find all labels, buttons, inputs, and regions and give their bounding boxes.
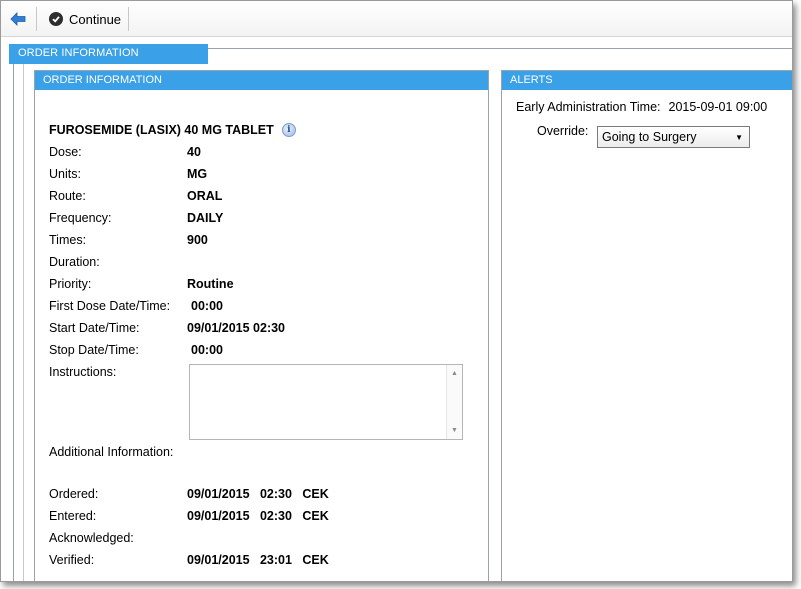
- field-label: Start Date/Time:: [49, 321, 140, 335]
- order-window: Continue ORDER INFORMATION ORDER INFORMA…: [0, 0, 793, 582]
- field-label: First Dose Date/Time:: [49, 299, 171, 313]
- override-select[interactable]: Going to Surgery ▼: [597, 126, 750, 148]
- info-icon[interactable]: i: [281, 123, 296, 137]
- override-label: Override:: [537, 124, 589, 138]
- order-panel-header: ORDER INFORMATION: [35, 71, 488, 90]
- drug-title: FUROSEMIDE (LASIX) 40 MG TABLET: [49, 123, 274, 137]
- instructions-scrollbar[interactable]: ▲ ▼: [446, 365, 462, 439]
- field-value: 900: [187, 233, 208, 247]
- alerts-panel-header: ALERTS: [502, 71, 792, 90]
- toolbar-separator: [36, 7, 37, 31]
- alerts-panel: ALERTS Early Administration Time: 2015-09…: [501, 70, 792, 581]
- back-arrow-icon: [10, 12, 26, 26]
- field-value: MG: [187, 167, 208, 181]
- field-label: Priority:: [49, 277, 92, 291]
- frame-line: [13, 64, 14, 581]
- scroll-down-icon[interactable]: ▼: [451, 427, 458, 434]
- back-button[interactable]: [6, 7, 30, 31]
- field-value: 09/01/2015 02:30: [187, 321, 286, 335]
- tab-divider: [208, 48, 792, 49]
- order-information-panel: ORDER INFORMATION FUROSEMIDE (LASIX) 40 …: [34, 70, 489, 581]
- check-circle-icon: [49, 12, 63, 26]
- additional-info-label: Additional Information:: [49, 445, 174, 459]
- field-value: 00:00: [191, 299, 223, 313]
- instructions-textarea[interactable]: ▲ ▼: [189, 364, 463, 440]
- frame-line: [23, 64, 24, 581]
- field-value: Routine: [187, 277, 234, 291]
- alert-label: Early Administration Time:: [516, 100, 661, 114]
- field-label: Frequency:: [49, 211, 112, 225]
- field-value: 00:00: [191, 343, 223, 357]
- field-value: 40: [187, 145, 201, 159]
- override-selected-value: Going to Surgery: [602, 130, 697, 144]
- audit-label: Verified:: [49, 553, 95, 567]
- audit-value: 09/01/2015 23:01 CEK: [187, 553, 329, 567]
- toolbar-separator: [128, 7, 129, 31]
- drug-title-line: FUROSEMIDE (LASIX) 40 MG TABLET i: [49, 123, 296, 137]
- audit-value: 09/01/2015 02:30 CEK: [187, 487, 329, 501]
- audit-label: Acknowledged:: [49, 531, 134, 545]
- scroll-up-icon[interactable]: ▲: [451, 370, 458, 377]
- tab-order-information[interactable]: ORDER INFORMATION: [9, 44, 208, 64]
- field-value: DAILY: [187, 211, 224, 225]
- continue-button[interactable]: Continue: [45, 7, 125, 31]
- field-label: Stop Date/Time:: [49, 343, 139, 357]
- field-value: ORAL: [187, 189, 223, 203]
- audit-label: Entered:: [49, 509, 97, 523]
- chevron-down-icon: ▼: [735, 133, 743, 142]
- field-label: Dose:: [49, 145, 82, 159]
- field-label: Units:: [49, 167, 81, 181]
- continue-label: Continue: [69, 11, 122, 27]
- field-label: Duration:: [49, 255, 100, 269]
- alert-value: 2015-09-01 09:00: [668, 100, 768, 114]
- instructions-label: Instructions:: [49, 365, 117, 379]
- toolbar: Continue: [1, 1, 792, 37]
- field-label: Times:: [49, 233, 87, 247]
- field-label: Route:: [49, 189, 86, 203]
- audit-value: 09/01/2015 02:30 CEK: [187, 509, 329, 523]
- alert-early-admin: Early Administration Time: 2015-09-01 09:…: [516, 100, 767, 114]
- audit-label: Ordered:: [49, 487, 99, 501]
